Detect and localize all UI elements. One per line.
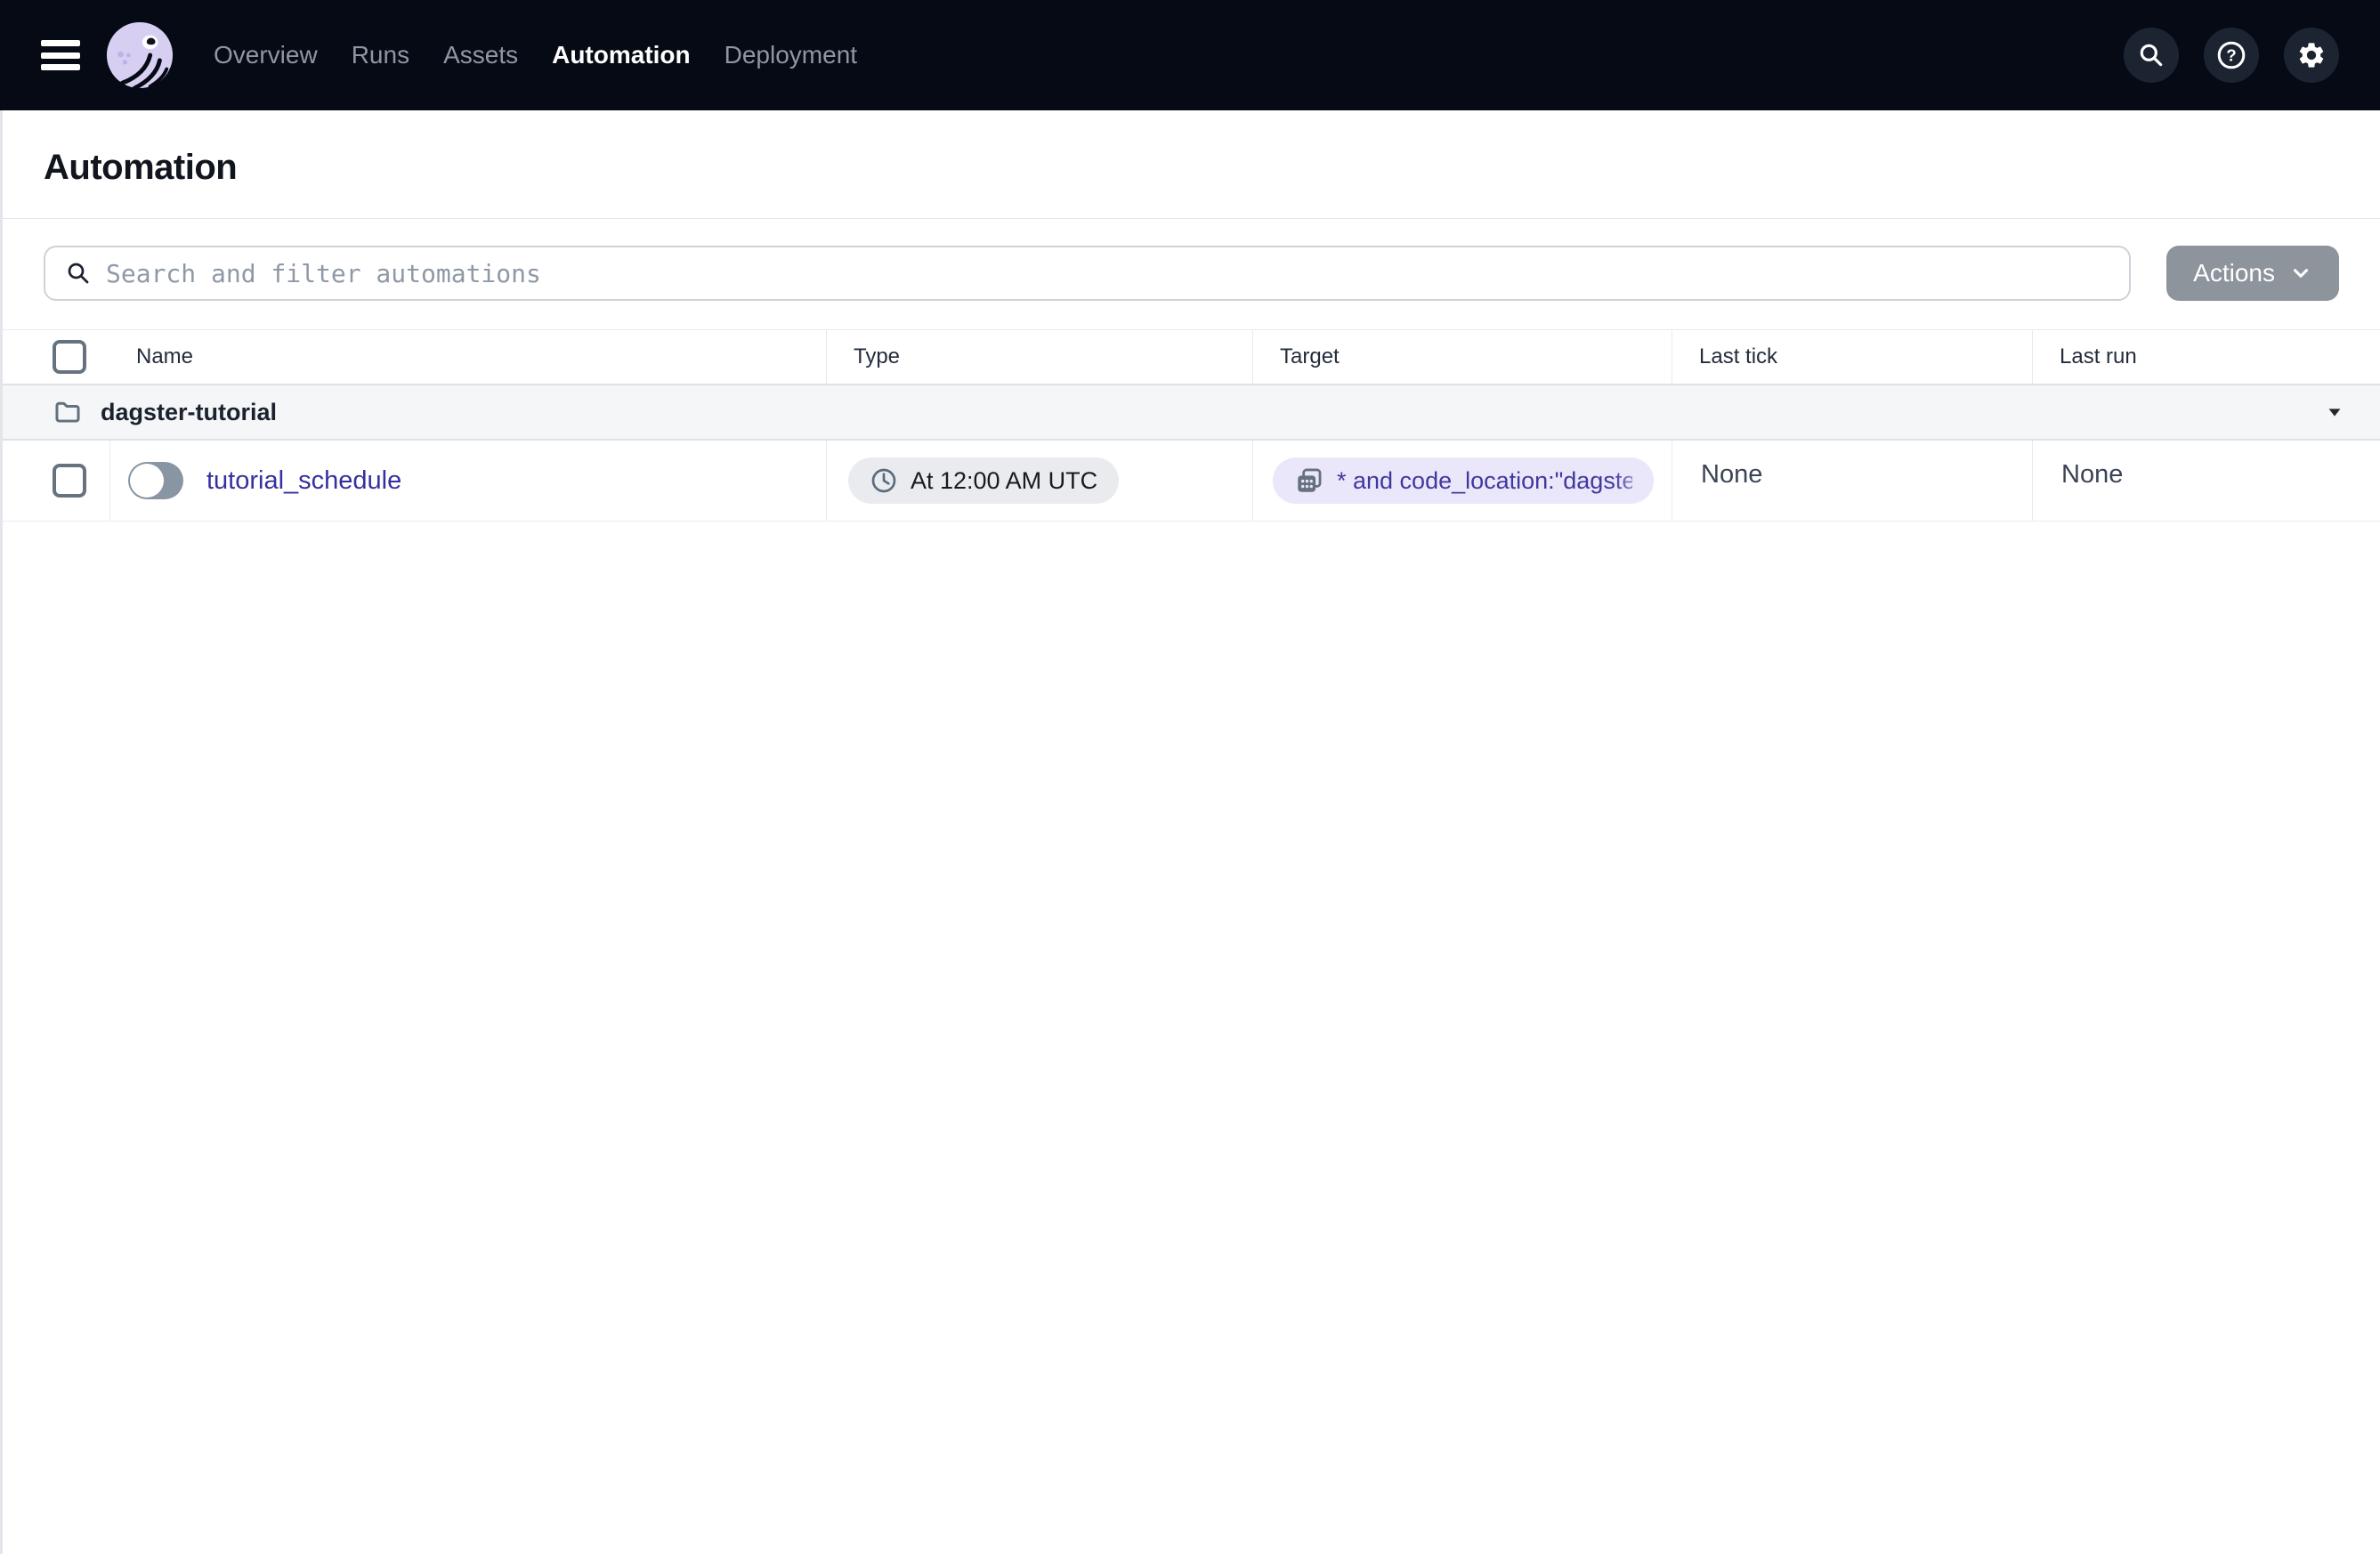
search-icon — [68, 263, 89, 284]
actions-button[interactable]: Actions — [2166, 246, 2339, 301]
schedule-toggle-off[interactable] — [128, 462, 183, 499]
nav-item-overview[interactable]: Overview — [214, 41, 318, 69]
column-header-type[interactable]: Type — [826, 330, 1252, 384]
search-icon — [2140, 44, 2163, 67]
group-row-dagster-tutorial[interactable]: dagster-tutorial — [3, 385, 2380, 441]
target-badge[interactable]: * and code_location:"dagster-tut — [1273, 457, 1654, 504]
folder-icon — [55, 401, 80, 423]
help-icon: ? — [2217, 41, 2246, 69]
top-navbar: Overview Runs Assets Automation Deployme… — [0, 0, 2380, 110]
column-header-last-run[interactable]: Last run — [2032, 330, 2380, 384]
column-header-target[interactable]: Target — [1252, 330, 1672, 384]
svg-text:?: ? — [2226, 46, 2236, 65]
select-all-checkbox[interactable] — [53, 340, 86, 374]
table-header-row: Name Type Target Last tick Last run — [3, 330, 2380, 385]
search-button[interactable] — [2124, 28, 2179, 83]
help-button[interactable]: ? — [2204, 28, 2259, 83]
automation-name-link[interactable]: tutorial_schedule — [206, 466, 401, 496]
gear-icon — [2299, 43, 2324, 68]
column-header-last-tick[interactable]: Last tick — [1672, 330, 2032, 384]
page-title: Automation — [44, 148, 238, 187]
automations-table: Name Type Target Last tick Last run dags… — [3, 329, 2380, 522]
nav-item-runs[interactable]: Runs — [352, 41, 409, 69]
last-run-value: None — [2032, 441, 2380, 521]
settings-button[interactable] — [2284, 28, 2339, 83]
caret-down-icon — [2328, 409, 2341, 417]
chevron-down-icon — [2293, 269, 2309, 278]
primary-nav: Overview Runs Assets Automation Deployme… — [214, 41, 857, 69]
menu-icon[interactable] — [41, 40, 80, 70]
dagster-logo-icon[interactable] — [105, 20, 174, 90]
nav-item-deployment[interactable]: Deployment — [725, 41, 857, 69]
last-tick-value: None — [1672, 441, 2032, 521]
table-row: tutorial_schedule At 12:00 AM UTC * and … — [3, 441, 2380, 522]
group-name: dagster-tutorial — [101, 398, 278, 425]
search-filter-box — [44, 246, 2132, 301]
row-checkbox[interactable] — [53, 464, 86, 498]
nav-item-assets[interactable]: Assets — [443, 41, 518, 69]
nav-item-automation[interactable]: Automation — [552, 41, 691, 69]
target-selection-label: * and code_location:"dagster-tut — [1337, 466, 1632, 494]
collapse-group-button[interactable] — [2325, 402, 2344, 422]
schedule-type-badge[interactable]: At 12:00 AM UTC — [848, 457, 1120, 504]
schedule-type-label: At 12:00 AM UTC — [911, 466, 1098, 494]
actions-button-label: Actions — [2193, 259, 2275, 287]
main-content: Automation Actions Name Type Target Last… — [0, 110, 2380, 1554]
asset-selection-icon — [1298, 468, 1322, 492]
search-input[interactable] — [106, 258, 2110, 288]
column-header-name[interactable]: Name — [109, 330, 826, 384]
clock-icon — [871, 468, 896, 493]
